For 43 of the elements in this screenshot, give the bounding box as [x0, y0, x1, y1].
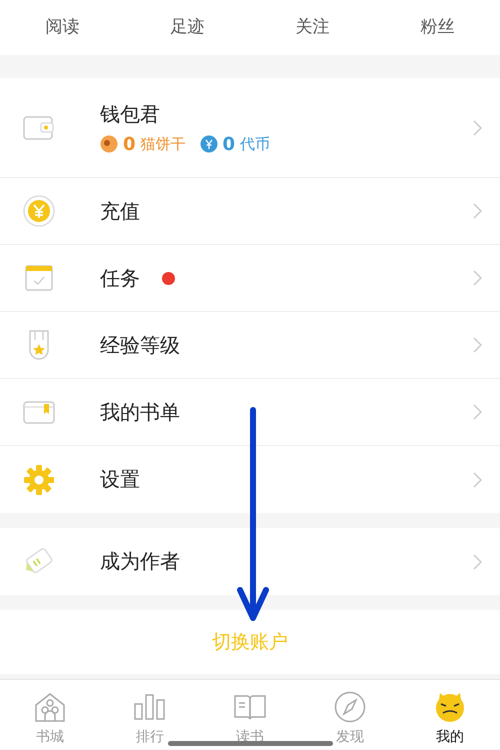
stat-label[interactable]: 阅读	[0, 0, 125, 55]
menu-row[interactable]: 我的书单	[0, 379, 500, 446]
settings-icon	[23, 464, 55, 496]
cookie-icon	[100, 135, 118, 153]
menu-label: 钱包君	[100, 100, 160, 128]
book-icon	[234, 694, 266, 720]
chevron-icon	[473, 120, 482, 136]
currency-label: 代币	[240, 134, 270, 154]
menu-row[interactable]: 钱包君 0 猫饼干 0 代币	[0, 78, 500, 178]
balance-amount: 0	[222, 134, 236, 154]
calendar-icon	[25, 264, 53, 292]
tab[interactable]: 我的	[400, 680, 500, 749]
wallet-icon	[23, 114, 55, 140]
chevron-icon	[473, 554, 482, 570]
chevron-icon	[473, 203, 482, 219]
yen-coin-icon	[23, 195, 55, 227]
chevron-icon	[473, 270, 482, 286]
compass-icon	[334, 691, 366, 723]
medal-icon	[27, 330, 51, 360]
chevron-icon	[473, 404, 482, 420]
stat-label[interactable]: 粉丝	[375, 0, 500, 55]
menu-label: 我的书单	[100, 398, 180, 426]
chevron-icon	[473, 337, 482, 353]
menu-label: 成为作者	[100, 548, 180, 575]
menu-label: 充值	[100, 198, 140, 224]
menu-row[interactable]: 成为作者	[0, 528, 500, 595]
balance-amount: 0	[123, 134, 136, 154]
stat-label[interactable]: 关注	[250, 0, 375, 55]
menu-label: 设置	[100, 466, 140, 493]
menu-label: 经验等级	[100, 332, 180, 358]
stat-label[interactable]: 足迹	[125, 0, 250, 55]
menu-row[interactable]: 充值	[0, 178, 500, 245]
menu-row[interactable]: 任务	[0, 245, 500, 312]
menu-row[interactable]: 经验等级	[0, 312, 500, 379]
bar-chart-icon	[134, 694, 166, 720]
currency-label: 猫饼干	[140, 134, 186, 154]
cat-face-icon	[434, 691, 466, 723]
menu-row[interactable]: 设置	[0, 446, 500, 513]
house-icon	[34, 692, 66, 722]
menu-label: 任务	[100, 264, 140, 292]
yen-coin-icon	[200, 135, 218, 153]
chevron-icon	[473, 472, 482, 488]
booklist-icon	[23, 399, 55, 425]
